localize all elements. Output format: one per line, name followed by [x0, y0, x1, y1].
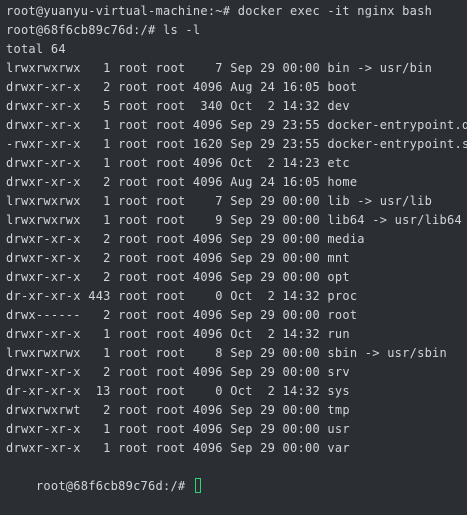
terminal-line-24: drwxr-xr-x 1 root root 4096 Sep 29 00:00… — [6, 441, 350, 455]
terminal-line-3: total 64 — [6, 42, 66, 56]
terminal-line-19: lrwxrwxrwx 1 root root 8 Sep 29 00:00 sb… — [6, 346, 448, 360]
terminal-line-23: drwxr-xr-x 1 root root 4096 Sep 29 00:00… — [6, 422, 350, 436]
terminal-line-12: lrwxrwxrwx 1 root root 9 Sep 29 00:00 li… — [6, 213, 462, 227]
terminal-line-22: drwxrwxrwt 2 root root 4096 Sep 29 00:00… — [6, 403, 350, 417]
terminal-line-13: drwxr-xr-x 2 root root 4096 Sep 29 00:00… — [6, 232, 365, 246]
terminal-line-4: lrwxrwxrwx 1 root root 7 Sep 29 00:00 bi… — [6, 61, 433, 75]
terminal-line-18: drwxr-xr-x 1 root root 4096 Oct 2 14:32 … — [6, 327, 350, 341]
terminal-line-6: drwxr-xr-x 5 root root 340 Oct 2 14:32 d… — [6, 99, 350, 113]
terminal-line-17: drwx------ 2 root root 4096 Sep 29 00:00… — [6, 308, 358, 322]
terminal-cursor — [194, 478, 201, 493]
terminal-line-14: drwxr-xr-x 2 root root 4096 Sep 29 00:00… — [6, 251, 350, 265]
terminal-line-2: root@68f6cb89c76d:/# ls -l — [6, 23, 201, 37]
terminal-line-5: drwxr-xr-x 2 root root 4096 Aug 24 16:05… — [6, 80, 358, 94]
terminal-line-15: drwxr-xr-x 2 root root 4096 Sep 29 00:00… — [6, 270, 350, 284]
terminal-line-16: dr-xr-xr-x 443 root root 0 Oct 2 14:32 p… — [6, 289, 358, 303]
terminal-line-8: -rwxr-xr-x 1 root root 1620 Sep 29 23:55… — [6, 137, 467, 151]
terminal-line-10: drwxr-xr-x 2 root root 4096 Aug 24 16:05… — [6, 175, 358, 189]
terminal-prompt: root@68f6cb89c76d:/# — [35, 479, 186, 493]
terminal-line-7: drwxr-xr-x 1 root root 4096 Sep 29 23:55… — [6, 118, 467, 132]
terminal-window[interactable]: root@yuanyu-virtual-machine:~# docker ex… — [0, 0, 467, 493]
terminal-line-20: drwxr-xr-x 2 root root 4096 Sep 29 00:00… — [6, 365, 350, 379]
terminal-line-11: lrwxrwxrwx 1 root root 7 Sep 29 00:00 li… — [6, 194, 433, 208]
terminal-line-9: drwxr-xr-x 1 root root 4096 Oct 2 14:23 … — [6, 156, 350, 170]
terminal-prompt-line[interactable]: root@68f6cb89c76d:/# — [6, 458, 467, 493]
terminal-line-1: root@yuanyu-virtual-machine:~# docker ex… — [6, 4, 433, 18]
terminal-line-21: dr-xr-xr-x 13 root root 0 Oct 2 14:32 sy… — [6, 384, 350, 398]
